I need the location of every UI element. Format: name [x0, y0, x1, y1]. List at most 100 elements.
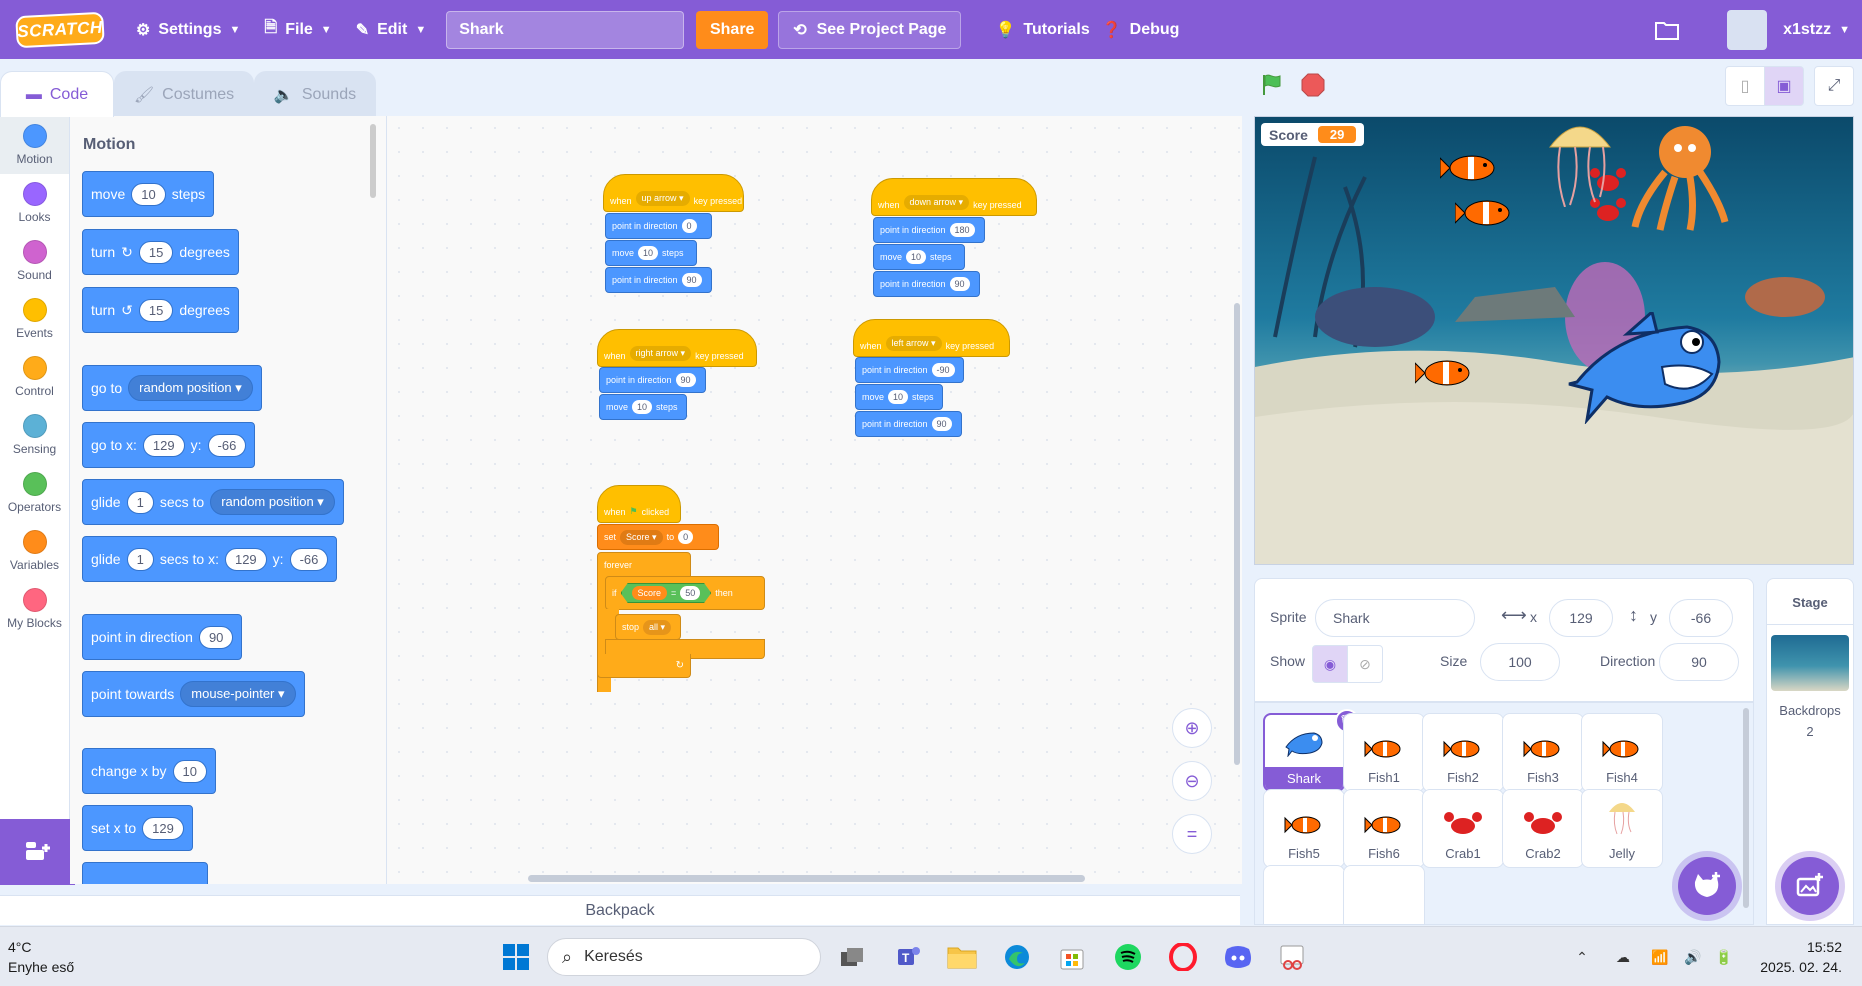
secs-input[interactable]: 1 [126, 490, 154, 514]
block-point-in-direction[interactable]: point in direction 90 [855, 411, 962, 437]
sprite-tile[interactable]: Shark🗑 [1263, 709, 1359, 792]
target-dropdown[interactable]: mouse-pointer ▾ [180, 681, 296, 707]
block-move-steps[interactable]: move 10 steps [855, 384, 943, 410]
hat-when-key-pressed[interactable]: when up arrow ▾ key pressed [603, 174, 744, 212]
block-if-then[interactable]: if Score = 50 then [605, 576, 765, 610]
sprite-tile[interactable]: Crab1 [1422, 789, 1504, 868]
steps-input[interactable]: 10 [638, 246, 659, 260]
block-point-in-direction[interactable]: point in direction 180 [873, 217, 985, 243]
add-extension-button[interactable] [0, 819, 75, 885]
battery-icon[interactable]: 🔋 [1706, 939, 1742, 975]
number-input[interactable]: 15 [138, 298, 174, 322]
y-input[interactable]: -66 [207, 433, 247, 457]
sprite-tile[interactable] [1343, 865, 1425, 924]
tab-code[interactable]: ▬ Code [0, 71, 114, 117]
edit-menu[interactable]: ✎ Edit ▼ [344, 0, 439, 59]
project-title-input[interactable]: Shark [446, 10, 685, 49]
direction-input[interactable]: 90 [198, 625, 234, 649]
scratch-logo[interactable]: SCRATCH [15, 11, 105, 48]
block-set-variable[interactable]: set Score ▾ to 0 [597, 524, 719, 550]
block-forever[interactable]: forever [597, 552, 691, 578]
direction-input[interactable]: 90 [675, 373, 696, 387]
block-point-in-direction[interactable]: point in direction 90 [82, 614, 243, 660]
sprite-tile[interactable]: Fish1 [1343, 713, 1425, 792]
hide-sprite-button[interactable]: ⊘ [1347, 645, 1383, 683]
sprite-tile[interactable]: Fish5 [1263, 789, 1345, 868]
fish-sprite[interactable] [1455, 197, 1515, 229]
spotify-icon[interactable] [1110, 939, 1146, 975]
steps-input[interactable]: 10 [632, 400, 653, 414]
sprite-name-input[interactable]: Shark [1315, 599, 1475, 637]
direction-input[interactable]: 90 [949, 277, 970, 291]
stage-canvas[interactable]: Score 29 [1254, 116, 1854, 565]
sprite-list-scrollbar[interactable] [1743, 708, 1749, 908]
x-input[interactable]: 129 [224, 547, 267, 571]
sprite-tile[interactable]: Fish3 [1502, 713, 1584, 792]
octopus-sprite[interactable] [1630, 122, 1730, 232]
category-sound[interactable]: Sound [0, 232, 69, 290]
block-go-to-xy[interactable]: go to x: 129 y: -66 [82, 422, 256, 468]
shark-sprite[interactable] [1567, 312, 1727, 424]
hat-when-key-pressed[interactable]: when right arrow ▾ key pressed [597, 329, 757, 367]
x-input[interactable]: 129 [142, 433, 185, 457]
category-operators[interactable]: Operators [0, 464, 69, 522]
edge-icon[interactable] [999, 939, 1035, 975]
start-button[interactable] [498, 939, 534, 975]
direction-input[interactable]: 90 [931, 417, 952, 431]
value-input[interactable]: 0 [678, 530, 694, 544]
weather-widget[interactable]: 4°C Enyhe eső [8, 937, 74, 977]
block-set-x[interactable]: set x to 129 [82, 805, 193, 851]
category-events[interactable]: Events [0, 290, 69, 348]
snipping-tool-icon[interactable] [1274, 939, 1310, 975]
jellyfish-sprite[interactable] [1545, 117, 1615, 207]
direction-input[interactable]: 90 [681, 273, 702, 287]
fish-sprite[interactable] [1440, 152, 1500, 184]
tutorials-button[interactable]: 💡 Tutorials [983, 0, 1101, 59]
equals-operator[interactable]: Score = 50 [620, 583, 712, 603]
workspace-vertical-scrollbar[interactable] [1234, 303, 1240, 765]
zoom-out-button[interactable]: ⊖ [1172, 761, 1212, 801]
block-change-x[interactable]: change x by 10 [82, 748, 216, 794]
block-turn-right[interactable]: turn ↻ 15 degrees [82, 229, 239, 275]
tab-sounds[interactable]: 🔈 Sounds [254, 71, 376, 117]
backpack[interactable]: Backpack [0, 895, 1240, 925]
account-menu[interactable]: x1stzz ▼ [1715, 0, 1862, 59]
category-my-blocks[interactable]: My Blocks [0, 580, 69, 638]
opera-icon[interactable] [1165, 939, 1201, 975]
debug-button[interactable]: ❓ Debug [1102, 0, 1192, 59]
y-input[interactable]: -66 [1669, 599, 1733, 637]
cloud-sync-icon[interactable]: ☁ [1605, 939, 1641, 975]
steps-input[interactable]: 10 [888, 390, 909, 404]
clock[interactable]: 15:52 2025. 02. 24. [1757, 937, 1842, 977]
block-move-steps[interactable]: move 10 steps [599, 394, 687, 420]
fullscreen-button[interactable]: ⤢ [1814, 66, 1854, 106]
block-partial[interactable] [82, 862, 208, 884]
task-view-icon[interactable] [834, 939, 870, 975]
block-stop[interactable]: stop all ▾ [615, 614, 681, 640]
direction-input[interactable]: 0 [681, 219, 697, 233]
wifi-icon[interactable]: 📶 [1642, 939, 1678, 975]
secs-input[interactable]: 1 [126, 547, 154, 571]
see-project-page-button[interactable]: ⟲ See Project Page [778, 10, 962, 49]
direction-input[interactable]: -90 [931, 363, 955, 377]
category-motion[interactable]: Motion [0, 116, 69, 174]
zoom-reset-button[interactable]: = [1172, 814, 1212, 854]
block-point-in-direction[interactable]: point in direction -90 [855, 357, 964, 383]
direction-input[interactable]: 180 [949, 223, 975, 237]
zoom-in-button[interactable]: ⊕ [1172, 708, 1212, 748]
category-looks[interactable]: Looks [0, 174, 69, 232]
key-dropdown[interactable]: up arrow ▾ [635, 191, 690, 206]
block-point-towards[interactable]: point towards mouse-pointer ▾ [82, 671, 305, 717]
block-point-in-direction[interactable]: point in direction 90 [599, 367, 706, 393]
block-glide-to[interactable]: glide 1 secs to random position ▾ [82, 479, 344, 525]
choose-sprite-button[interactable] [1678, 857, 1736, 915]
sprite-tile[interactable]: Fish4 [1581, 713, 1663, 792]
steps-input[interactable]: 10 [906, 250, 927, 264]
hat-when-flag-clicked[interactable]: when ⚑ clicked [597, 485, 681, 523]
target-dropdown[interactable]: random position ▾ [210, 489, 335, 515]
stop-icon[interactable] [1301, 73, 1325, 97]
target-dropdown[interactable]: random position ▾ [128, 375, 253, 401]
number-input[interactable]: 10 [172, 759, 207, 783]
file-explorer-icon[interactable] [944, 939, 980, 975]
sprite-tile[interactable] [1263, 865, 1345, 924]
